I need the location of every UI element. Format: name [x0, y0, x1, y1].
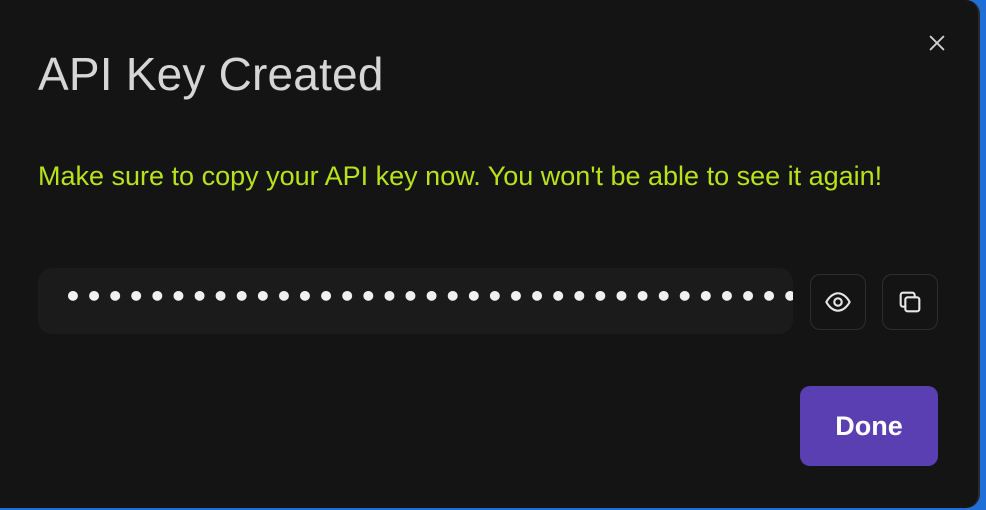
- eye-icon: [825, 292, 851, 312]
- copy-icon: [899, 291, 921, 313]
- api-key-dialog: API Key Created Make sure to copy your A…: [0, 0, 980, 508]
- api-key-field[interactable]: ••••••••••••••••••••••••••••••••••••••••: [38, 268, 793, 334]
- done-button[interactable]: Done: [800, 386, 938, 466]
- close-icon: [929, 35, 945, 51]
- dialog-title: API Key Created: [38, 48, 384, 100]
- warning-text: Make sure to copy your API key now. You …: [38, 161, 883, 191]
- api-key-value: ••••••••••••••••••••••••••••••••••••••••: [64, 280, 793, 313]
- close-button[interactable]: [918, 24, 956, 62]
- copy-key-button[interactable]: [882, 274, 938, 330]
- reveal-key-button[interactable]: [810, 274, 866, 330]
